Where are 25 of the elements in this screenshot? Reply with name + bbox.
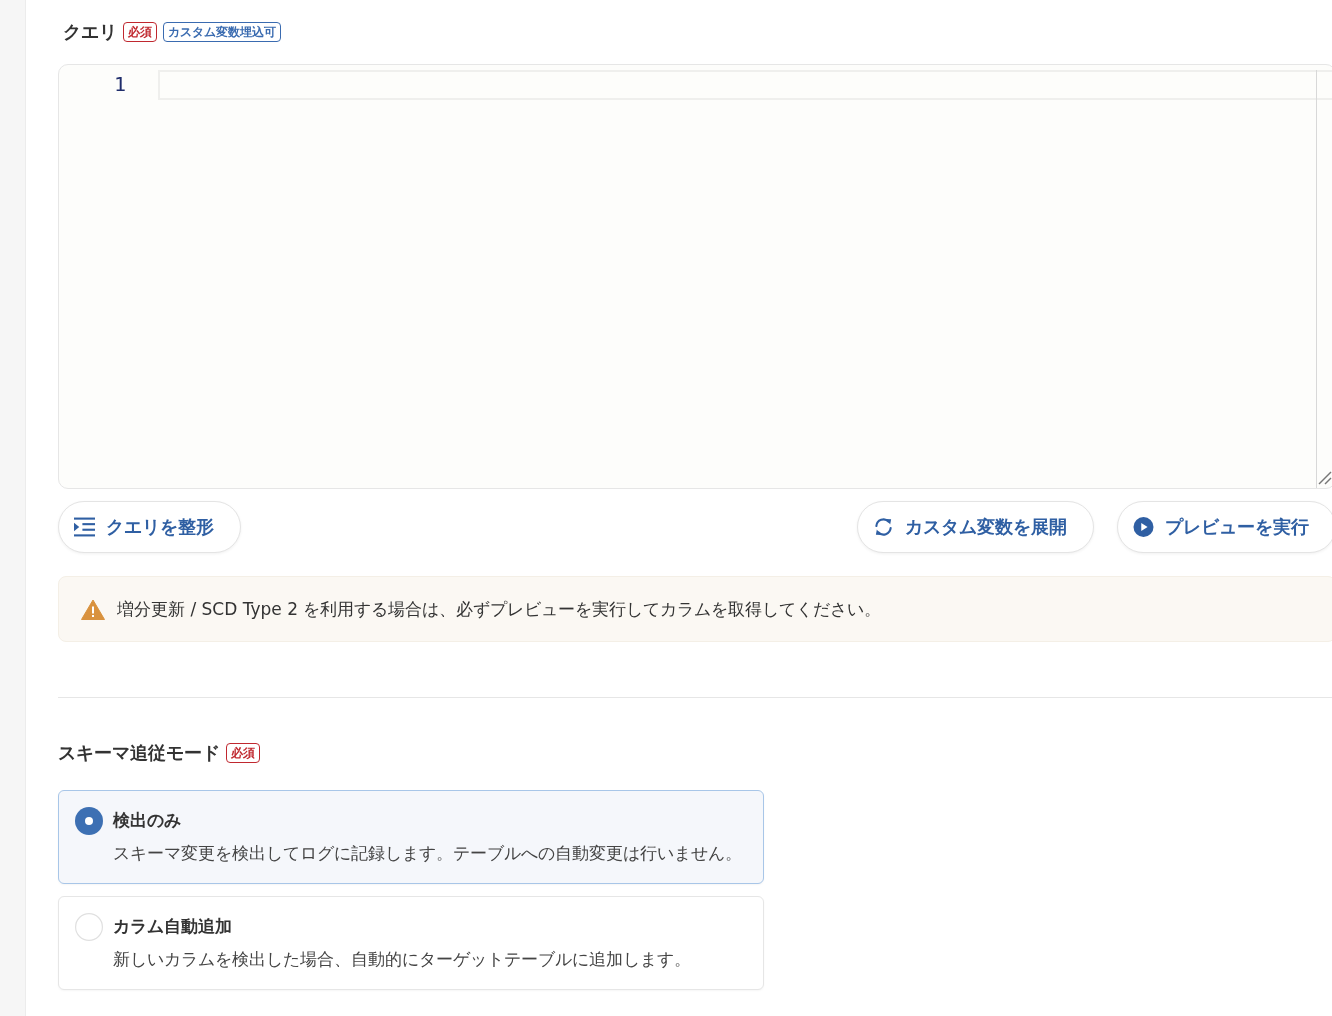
indent-icon — [74, 517, 95, 537]
radio-option-card[interactable]: カラム自動追加 新しいカラムを検出した場合、自動的にターゲットテーブルに追加します。 — [58, 896, 764, 990]
option-description: スキーマ変更を検出してログに記録します。テーブルへの自動変更は行いません。 — [113, 842, 742, 865]
resize-grip-icon[interactable] — [1318, 471, 1332, 485]
line-number: 1 — [113, 71, 126, 98]
play-icon — [1133, 517, 1154, 537]
warning-icon — [81, 598, 105, 620]
expand-variables-button[interactable]: カスタム変数を展開 — [857, 501, 1094, 553]
field-label: スキーマ追従モード — [58, 741, 220, 765]
option-description: 新しいカラムを検出した場合、自動的にターゲットテーブルに追加します。 — [113, 948, 691, 971]
format-query-button[interactable]: クエリを整形 — [58, 501, 241, 553]
radio-button-icon[interactable] — [75, 807, 103, 835]
refresh-icon — [873, 517, 894, 537]
option-title: カラム自動追加 — [113, 915, 233, 938]
option-title: 検出のみ — [113, 809, 182, 832]
radio-button-icon[interactable] — [75, 913, 103, 941]
run-preview-button[interactable]: プレビューを実行 — [1117, 501, 1332, 553]
info-tag: カスタム変数埋込可 — [163, 22, 281, 42]
required-tag: 必須 — [123, 22, 157, 42]
field-label: クエリ — [63, 20, 117, 44]
radio-option-card[interactable]: 検出のみ スキーマ変更を検出してログに記録します。テーブルへの自動変更は行いません。 — [58, 790, 764, 884]
current-line-field[interactable] — [158, 70, 1332, 100]
required-tag: 必須 — [226, 743, 260, 763]
warning-text: 増分更新 / SCD Type 2 を利用する場合は、必ずプレビューを実行してカラムを取得してください。 — [117, 597, 882, 621]
code-editor[interactable]: 1 — [58, 64, 1332, 489]
